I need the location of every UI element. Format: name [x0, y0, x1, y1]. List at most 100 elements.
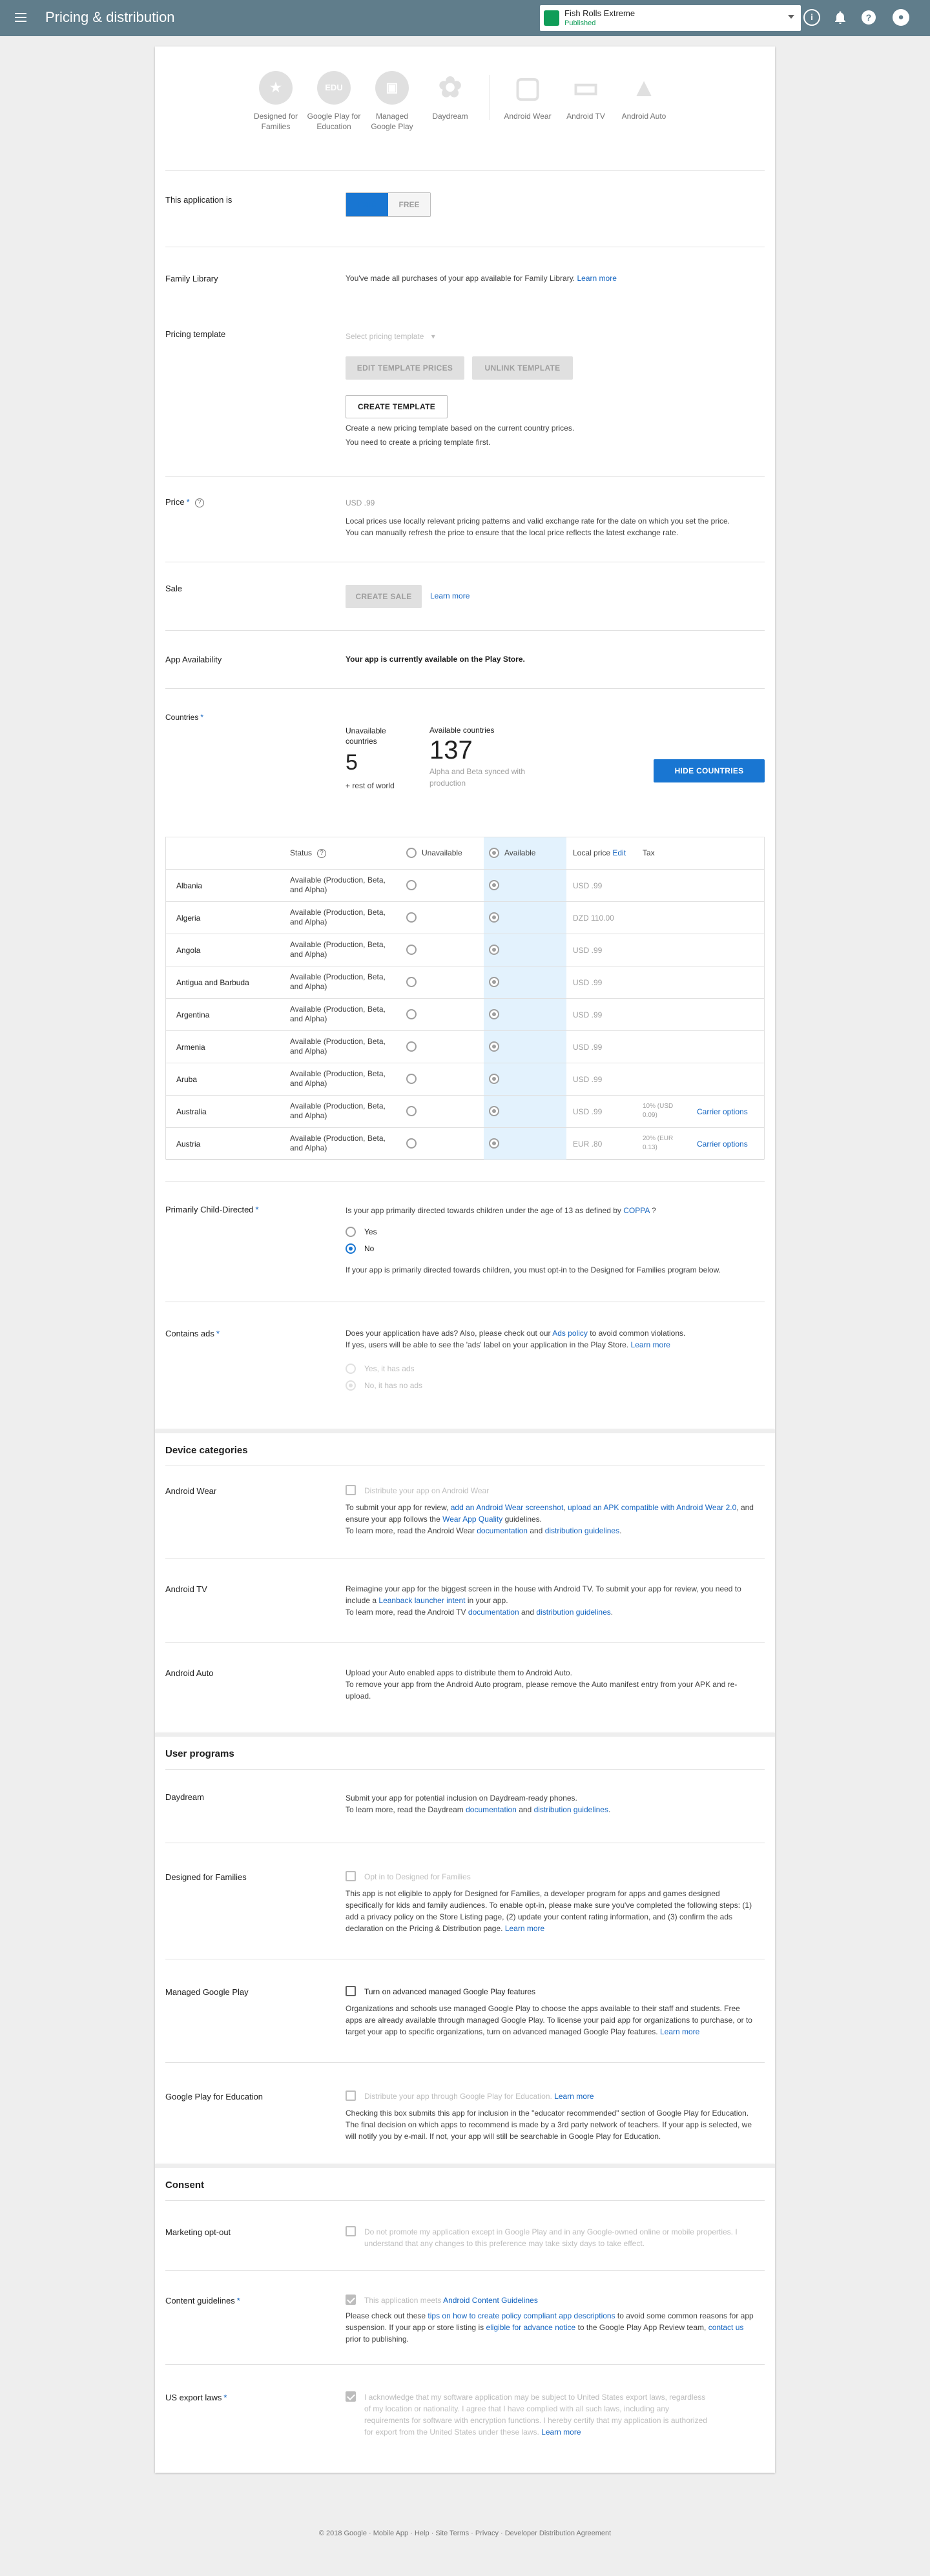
info-icon[interactable]: i	[803, 9, 820, 26]
contact-us-link[interactable]: contact us	[708, 2323, 744, 2332]
ads-no-radio[interactable]	[346, 1380, 356, 1391]
program-daydream[interactable]: ✿ Daydream	[421, 71, 479, 121]
program-android-wear[interactable]: ▢ Android Wear	[499, 71, 557, 121]
content-guidelines-checkbox[interactable]	[346, 2295, 356, 2305]
local-price[interactable]: USD .99	[573, 1043, 602, 1052]
leanback-link[interactable]: Leanback launcher intent	[378, 1596, 465, 1605]
learn-more-link[interactable]: Learn more	[631, 1340, 670, 1349]
chevron-down-icon[interactable]	[788, 15, 794, 19]
learn-more-link[interactable]: Learn more	[505, 1924, 544, 1933]
carrier-options-link[interactable]: Carrier options	[697, 1140, 748, 1149]
wear-screenshot-link[interactable]: add an Android Wear screenshot	[451, 1503, 564, 1512]
notifications-icon[interactable]	[832, 9, 849, 26]
available-radio[interactable]	[489, 977, 499, 987]
create-template-button[interactable]: CREATE TEMPLATE	[346, 395, 448, 418]
local-price[interactable]: USD .99	[573, 881, 602, 890]
edu-checkbox[interactable]	[346, 2090, 356, 2101]
unavailable-radio[interactable]	[406, 977, 417, 987]
dff-checkbox[interactable]	[346, 1871, 356, 1881]
unlink-template-button[interactable]: UNLINK TEMPLATE	[472, 356, 573, 380]
carrier-options-link[interactable]: Carrier options	[697, 1107, 748, 1116]
top-app-bar: Pricing & distribution Fish Rolls Extrem…	[0, 0, 930, 36]
program-android-tv[interactable]: ▭ Android TV	[557, 71, 615, 121]
unavailable-radio[interactable]	[406, 945, 417, 955]
available-radio[interactable]	[489, 1106, 499, 1116]
tips-link[interactable]: tips on how to create policy compliant a…	[428, 2311, 615, 2320]
unavailable-radio[interactable]	[406, 1138, 417, 1149]
ads-yes-radio[interactable]	[346, 1364, 356, 1374]
documentation-link[interactable]: documentation	[468, 1608, 519, 1617]
hide-countries-button[interactable]: HIDE COUNTRIES	[654, 759, 765, 782]
child-no-radio[interactable]	[346, 1243, 356, 1254]
local-price[interactable]: DZD 110.00	[573, 914, 614, 923]
app-switcher[interactable]: Fish Rolls Extreme Published	[540, 5, 801, 31]
unavailable-radio[interactable]	[406, 880, 417, 890]
program-play-for-education[interactable]: EDU Google Play for Education	[305, 71, 363, 132]
available-radio[interactable]	[489, 1138, 499, 1149]
local-price[interactable]: EUR .80	[573, 1140, 602, 1149]
help-icon[interactable]: ?	[317, 849, 327, 858]
daydream-label: Daydream	[165, 1792, 204, 1802]
unavailable-all-radio[interactable]	[406, 848, 417, 858]
ads-no-label: No, it has no ads	[364, 1381, 423, 1390]
available-all-radio[interactable]	[489, 848, 499, 858]
content-guidelines-label: Content guidelines *	[165, 2296, 240, 2305]
free-option[interactable]: FREE	[388, 193, 430, 216]
available-radio[interactable]	[489, 1074, 499, 1084]
unavailable-radio[interactable]	[406, 912, 417, 923]
star-icon: ★	[259, 71, 293, 105]
ads-policy-link[interactable]: Ads policy	[552, 1329, 588, 1338]
program-managed-google-play[interactable]: ▣ Managed Google Play	[363, 71, 421, 132]
paid-option[interactable]: PAID	[346, 193, 388, 216]
documentation-link[interactable]: documentation	[477, 1526, 528, 1535]
wear-checkbox[interactable]	[346, 1485, 356, 1495]
child-yes-radio[interactable]	[346, 1227, 356, 1237]
pricing-template-select[interactable]: Select pricing template ▾	[346, 332, 435, 341]
distribution-guidelines-link[interactable]: distribution guidelines	[545, 1526, 619, 1535]
available-radio[interactable]	[489, 880, 499, 890]
available-radio[interactable]	[489, 945, 499, 955]
marketing-checkbox[interactable]	[346, 2226, 356, 2236]
edit-prices-link[interactable]: Edit	[612, 848, 626, 857]
coppa-link[interactable]: COPPA	[623, 1206, 649, 1215]
learn-more-link[interactable]: Learn more	[430, 591, 470, 600]
local-price[interactable]: USD .99	[573, 1075, 602, 1084]
advance-notice-link[interactable]: eligible for advance notice	[486, 2323, 575, 2332]
create-sale-button[interactable]: CREATE SALE	[346, 585, 422, 608]
edit-template-prices-button[interactable]: EDIT TEMPLATE PRICES	[346, 356, 464, 380]
local-price[interactable]: USD .99	[573, 946, 602, 955]
content-guidelines-link[interactable]: Android Content Guidelines	[443, 2296, 538, 2305]
unavailable-radio[interactable]	[406, 1106, 417, 1116]
unavailable-radio[interactable]	[406, 1041, 417, 1052]
program-designed-for-families[interactable]: ★ Designed for Families	[247, 71, 305, 132]
app-type-label: This application is	[165, 195, 232, 205]
help-icon[interactable]: ?	[194, 498, 204, 507]
export-laws-checkbox[interactable]	[346, 2391, 356, 2402]
documentation-link[interactable]: documentation	[466, 1805, 517, 1814]
learn-more-link[interactable]: Learn more	[577, 274, 617, 283]
available-radio[interactable]	[489, 1009, 499, 1019]
price-value[interactable]: USD .99	[346, 497, 759, 509]
distribution-guidelines-link[interactable]: distribution guidelines	[536, 1608, 610, 1617]
unavailable-radio[interactable]	[406, 1074, 417, 1084]
local-price[interactable]: USD .99	[573, 1010, 602, 1019]
program-android-auto[interactable]: ▲ Android Auto	[615, 71, 673, 121]
help-icon[interactable]: ?	[860, 9, 877, 26]
available-radio[interactable]	[489, 912, 499, 923]
local-price[interactable]: USD .99	[573, 978, 602, 987]
available-radio[interactable]	[489, 1041, 499, 1052]
country-name: Austria	[176, 1140, 201, 1149]
local-price[interactable]: USD .99	[573, 1107, 602, 1116]
wear-apk-link[interactable]: upload an APK compatible with Android We…	[568, 1503, 736, 1512]
mgp-checkbox[interactable]	[346, 1986, 356, 1996]
distribution-guidelines-link[interactable]: distribution guidelines	[534, 1805, 608, 1814]
unavailable-radio[interactable]	[406, 1009, 417, 1019]
wear-quality-link[interactable]: Wear App Quality	[442, 1515, 502, 1524]
learn-more-link[interactable]: Learn more	[541, 2428, 581, 2437]
learn-more-link[interactable]: Learn more	[660, 2027, 699, 2036]
paid-free-toggle[interactable]: PAID FREE	[346, 192, 431, 217]
menu-icon[interactable]	[13, 10, 28, 26]
learn-more-link[interactable]: Learn more	[554, 2092, 594, 2101]
tv-icon: ▭	[572, 72, 599, 103]
account-avatar[interactable]: ●	[893, 9, 909, 26]
